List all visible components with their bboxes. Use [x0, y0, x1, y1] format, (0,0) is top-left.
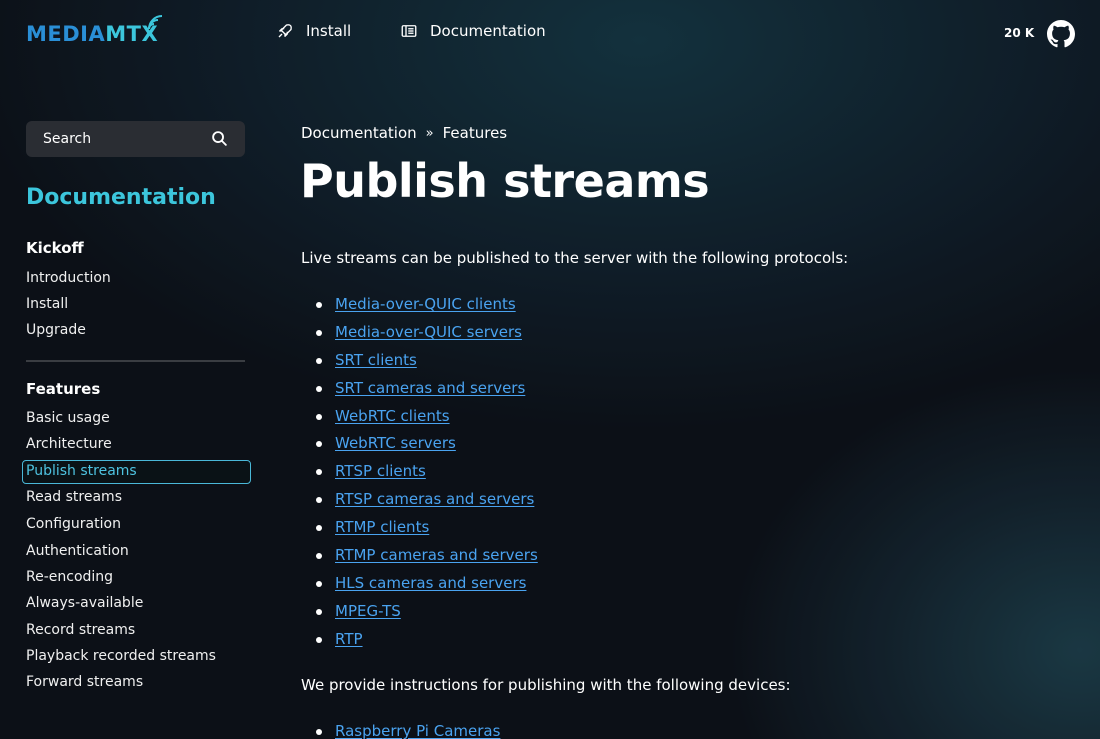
- search-placeholder: Search: [43, 131, 92, 147]
- book-icon: [401, 25, 417, 37]
- logo-text-media: MEDIA: [26, 22, 106, 46]
- protocol-link[interactable]: Media-over-QUIC clients: [335, 295, 516, 313]
- protocol-link[interactable]: RTMP clients: [335, 518, 429, 536]
- top-header: MEDIAMTX Install Documentation 20 K: [0, 0, 1100, 68]
- list-item: RTMP cameras and servers: [316, 546, 538, 574]
- sidebar-item-always-available[interactable]: Always-available: [26, 595, 143, 611]
- protocol-link[interactable]: Media-over-QUIC servers: [335, 323, 522, 341]
- sidebar-item-install[interactable]: Install: [26, 296, 68, 312]
- protocol-link[interactable]: SRT cameras and servers: [335, 379, 525, 397]
- sidebar-item-publish-streams[interactable]: Publish streams: [22, 460, 251, 484]
- search-icon[interactable]: [211, 130, 228, 147]
- sidebar-heading-kickoff: Kickoff: [26, 239, 84, 257]
- list-item: HLS cameras and servers: [316, 574, 538, 602]
- sidebar-item-introduction[interactable]: Introduction: [26, 270, 111, 286]
- rocket-icon: [278, 24, 292, 38]
- protocol-link[interactable]: RTMP cameras and servers: [335, 546, 538, 564]
- sidebar-divider: [26, 360, 245, 362]
- list-item: WebRTC clients: [316, 407, 538, 435]
- sidebar-item-upgrade[interactable]: Upgrade: [26, 322, 86, 338]
- protocol-link[interactable]: RTSP cameras and servers: [335, 490, 534, 508]
- signal-waves-icon: [148, 15, 163, 30]
- list-item: Raspberry Pi Cameras: [316, 722, 500, 739]
- sidebar-title: Documentation: [26, 185, 216, 210]
- page-title: Publish streams: [300, 154, 710, 208]
- protocol-link[interactable]: RTP: [335, 630, 363, 648]
- sidebar-item-record-streams[interactable]: Record streams: [26, 622, 135, 638]
- protocol-link[interactable]: RTSP clients: [335, 462, 426, 480]
- protocol-link[interactable]: HLS cameras and servers: [335, 574, 526, 592]
- sidebar-heading-features: Features: [26, 380, 101, 398]
- search-box[interactable]: Search: [26, 121, 245, 157]
- devices-list: Raspberry Pi Cameras: [316, 722, 500, 739]
- sidebar-item-label: Publish streams: [26, 463, 137, 479]
- breadcrumb: Documentation » Features: [301, 124, 507, 142]
- list-item: WebRTC servers: [316, 434, 538, 462]
- protocols-list: Media-over-QUIC clients Media-over-QUIC …: [316, 295, 538, 658]
- protocol-link[interactable]: WebRTC clients: [335, 407, 450, 425]
- sidebar-item-architecture[interactable]: Architecture: [26, 436, 112, 452]
- sidebar-item-authentication[interactable]: Authentication: [26, 543, 129, 559]
- list-item: SRT cameras and servers: [316, 379, 538, 407]
- device-link[interactable]: Raspberry Pi Cameras: [335, 722, 500, 739]
- breadcrumb-separator: »: [425, 125, 434, 141]
- list-item: RTSP clients: [316, 462, 538, 490]
- list-item: RTSP cameras and servers: [316, 490, 538, 518]
- breadcrumb-features[interactable]: Features: [443, 124, 508, 142]
- list-item: RTMP clients: [316, 518, 538, 546]
- nav-documentation-label: Documentation: [430, 22, 546, 40]
- list-item: RTP: [316, 630, 538, 658]
- sidebar-item-configuration[interactable]: Configuration: [26, 516, 121, 532]
- protocol-link[interactable]: SRT clients: [335, 351, 417, 369]
- github-stars-count[interactable]: 20 K: [1004, 26, 1034, 40]
- list-item: Media-over-QUIC servers: [316, 323, 538, 351]
- list-item: Media-over-QUIC clients: [316, 295, 538, 323]
- list-item: SRT clients: [316, 351, 538, 379]
- nav-install[interactable]: Install: [276, 22, 351, 40]
- sidebar-item-forward-streams[interactable]: Forward streams: [26, 674, 143, 690]
- nav-documentation[interactable]: Documentation: [400, 22, 546, 40]
- protocol-link[interactable]: MPEG-TS: [335, 602, 401, 620]
- protocol-link[interactable]: WebRTC servers: [335, 434, 456, 452]
- devices-intro: We provide instructions for publishing w…: [301, 676, 791, 694]
- sidebar-item-playback-recorded-streams[interactable]: Playback recorded streams: [26, 648, 216, 664]
- breadcrumb-documentation[interactable]: Documentation: [301, 124, 417, 142]
- mediamtx-logo[interactable]: MEDIAMTX: [26, 15, 163, 46]
- sidebar-item-read-streams[interactable]: Read streams: [26, 489, 122, 505]
- github-icon[interactable]: [1047, 20, 1075, 48]
- nav-install-label: Install: [306, 22, 352, 40]
- list-item: MPEG-TS: [316, 602, 538, 630]
- protocols-intro: Live streams can be published to the ser…: [301, 249, 849, 267]
- sidebar-item-re-encoding[interactable]: Re-encoding: [26, 569, 113, 585]
- sidebar-item-basic-usage[interactable]: Basic usage: [26, 410, 110, 426]
